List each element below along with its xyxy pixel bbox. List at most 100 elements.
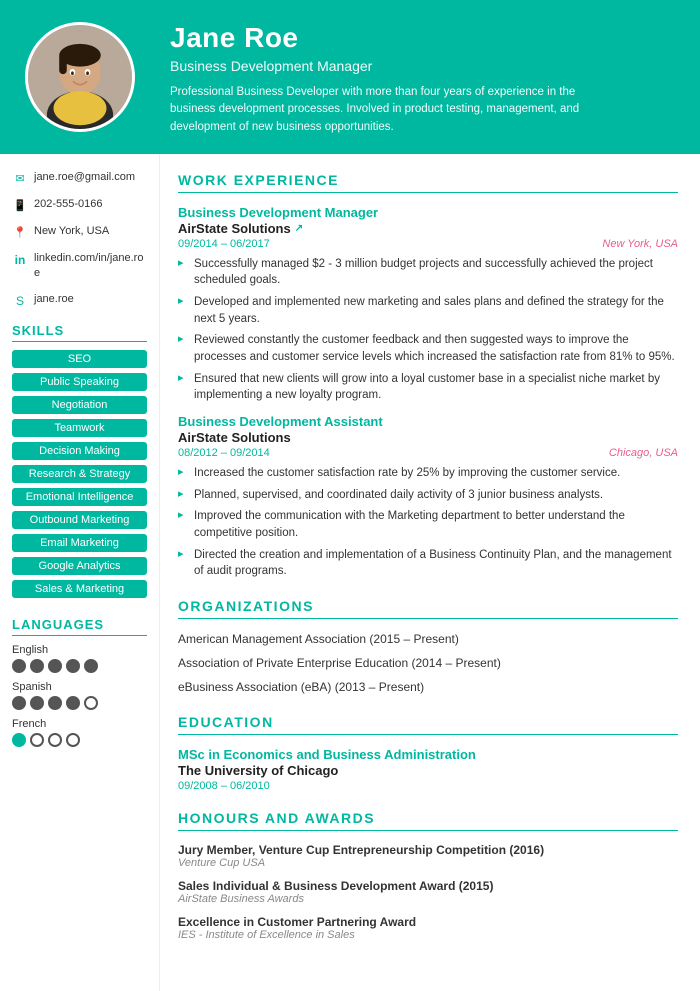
language-item: French xyxy=(12,718,147,747)
edu-uni: The University of Chicago xyxy=(178,763,678,778)
language-dot xyxy=(12,696,26,710)
language-dot xyxy=(48,659,62,673)
job-location: Chicago, USA xyxy=(609,447,678,459)
skill-tag: Sales & Marketing xyxy=(12,580,147,598)
job-location: New York, USA xyxy=(602,238,678,250)
language-dot xyxy=(30,659,44,673)
job-title: Business Development Assistant xyxy=(178,414,678,429)
skill-tag: Negotiation xyxy=(12,396,147,414)
linkedin-icon: in xyxy=(12,252,28,268)
skype-icon: S xyxy=(12,293,28,309)
organizations-list: American Management Association (2015 – … xyxy=(178,631,678,695)
job-bullets: Increased the customer satisfaction rate… xyxy=(178,465,678,580)
avatar xyxy=(25,22,135,132)
skill-tag: Teamwork xyxy=(12,419,147,437)
main-content: WORK EXPERIENCE Business Development Man… xyxy=(160,154,700,991)
org-item: Association of Private Enterprise Educat… xyxy=(178,655,678,672)
contact-linkedin: in linkedin.com/in/jane.roe xyxy=(12,251,147,282)
language-dots xyxy=(12,659,147,673)
job-bullet: Increased the customer satisfaction rate… xyxy=(178,465,678,482)
language-dot xyxy=(84,659,98,673)
language-dots xyxy=(12,733,147,747)
org-item: American Management Association (2015 – … xyxy=(178,631,678,648)
sidebar: ✉ jane.roe@gmail.com 📱 202-555-0166 📍 Ne… xyxy=(0,154,160,991)
skills-list: SEOPublic SpeakingNegotiationTeamworkDec… xyxy=(12,350,147,603)
language-dot xyxy=(30,733,44,747)
header: Jane Roe Business Development Manager Pr… xyxy=(0,0,700,154)
job-bullet: Ensured that new clients will grow into … xyxy=(178,371,678,404)
skype-value: jane.roe xyxy=(34,292,74,307)
skill-tag: Outbound Marketing xyxy=(12,511,147,529)
award-source: Venture Cup USA xyxy=(178,857,678,869)
language-dot xyxy=(30,696,44,710)
avatar-wrapper xyxy=(0,0,160,154)
contact-phone: 📱 202-555-0166 xyxy=(12,197,147,214)
job-dates: 08/2012 – 09/2014 xyxy=(178,447,270,459)
job-dates: 09/2014 – 06/2017 xyxy=(178,238,270,250)
education-title: EDUCATION xyxy=(178,714,678,735)
skills-title: SKILLS xyxy=(12,323,147,342)
language-dot xyxy=(12,659,26,673)
language-dot xyxy=(12,733,26,747)
language-dot xyxy=(66,659,80,673)
award-item: Jury Member, Venture Cup Entrepreneurshi… xyxy=(178,843,678,869)
job-title: Business Development Manager xyxy=(178,205,678,220)
edu-dates: 09/2008 – 06/2010 xyxy=(178,780,678,792)
job-bullet: Directed the creation and implementation… xyxy=(178,547,678,580)
award-title: Jury Member, Venture Cup Entrepreneurshi… xyxy=(178,843,678,857)
job-item: Business Development ManagerAirState Sol… xyxy=(178,205,678,404)
header-info: Jane Roe Business Development Manager Pr… xyxy=(160,0,700,154)
work-experience-list: Business Development ManagerAirState Sol… xyxy=(178,205,678,580)
job-meta: 08/2012 – 09/2014 Chicago, USA xyxy=(178,447,678,459)
contact-email: ✉ jane.roe@gmail.com xyxy=(12,170,147,187)
job-bullets: Successfully managed $2 - 3 million budg… xyxy=(178,256,678,404)
contact-location: 📍 New York, USA xyxy=(12,224,147,241)
job-bullet: Successfully managed $2 - 3 million budg… xyxy=(178,256,678,289)
location-value: New York, USA xyxy=(34,224,109,239)
job-item: Business Development AssistantAirState S… xyxy=(178,414,678,580)
linkedin-value: linkedin.com/in/jane.roe xyxy=(34,251,147,282)
award-title: Excellence in Customer Partnering Award xyxy=(178,915,678,929)
job-bullet: Reviewed constantly the customer feedbac… xyxy=(178,332,678,365)
skill-tag: Email Marketing xyxy=(12,534,147,552)
education-content: MSc in Economics and Business Administra… xyxy=(178,747,678,792)
resume-container: Jane Roe Business Development Manager Pr… xyxy=(0,0,700,991)
work-experience-title: WORK EXPERIENCE xyxy=(178,172,678,193)
language-dots xyxy=(12,696,147,710)
organizations-title: ORGANIZATIONS xyxy=(178,598,678,619)
skill-tag: Research & Strategy xyxy=(12,465,147,483)
skill-tag: Google Analytics xyxy=(12,557,147,575)
job-company: AirState Solutions xyxy=(178,430,678,445)
honours-title: HONOURS AND AWARDS xyxy=(178,810,678,831)
award-item: Sales Individual & Business Development … xyxy=(178,879,678,905)
job-title: Business Development Manager xyxy=(170,58,680,74)
language-dot xyxy=(48,696,62,710)
award-source: AirState Business Awards xyxy=(178,893,678,905)
email-icon: ✉ xyxy=(12,171,28,187)
languages-list: English Spanish French xyxy=(12,644,147,747)
language-name: English xyxy=(12,644,147,656)
contact-skype: S jane.roe xyxy=(12,292,147,309)
award-item: Excellence in Customer Partnering AwardI… xyxy=(178,915,678,941)
job-meta: 09/2014 – 06/2017 New York, USA xyxy=(178,238,678,250)
language-dot xyxy=(48,733,62,747)
language-dot xyxy=(66,696,80,710)
skill-tag: SEO xyxy=(12,350,147,368)
skill-tag: Decision Making xyxy=(12,442,147,460)
job-bullet: Improved the communication with the Mark… xyxy=(178,508,678,541)
language-item: Spanish xyxy=(12,681,147,710)
job-company: AirState Solutions↗ xyxy=(178,221,678,236)
honours-list: Jury Member, Venture Cup Entrepreneurshi… xyxy=(178,843,678,941)
location-icon: 📍 xyxy=(12,225,28,241)
summary: Professional Business Developer with mor… xyxy=(170,84,600,136)
name: Jane Roe xyxy=(170,22,680,54)
language-name: French xyxy=(12,718,147,730)
external-link-icon: ↗ xyxy=(295,223,303,234)
phone-icon: 📱 xyxy=(12,198,28,214)
language-name: Spanish xyxy=(12,681,147,693)
award-title: Sales Individual & Business Development … xyxy=(178,879,678,893)
job-bullet: Developed and implemented new marketing … xyxy=(178,294,678,327)
languages-title: LANGUAGES xyxy=(12,617,147,636)
award-source: IES - Institute of Excellence in Sales xyxy=(178,929,678,941)
email-value: jane.roe@gmail.com xyxy=(34,170,135,185)
